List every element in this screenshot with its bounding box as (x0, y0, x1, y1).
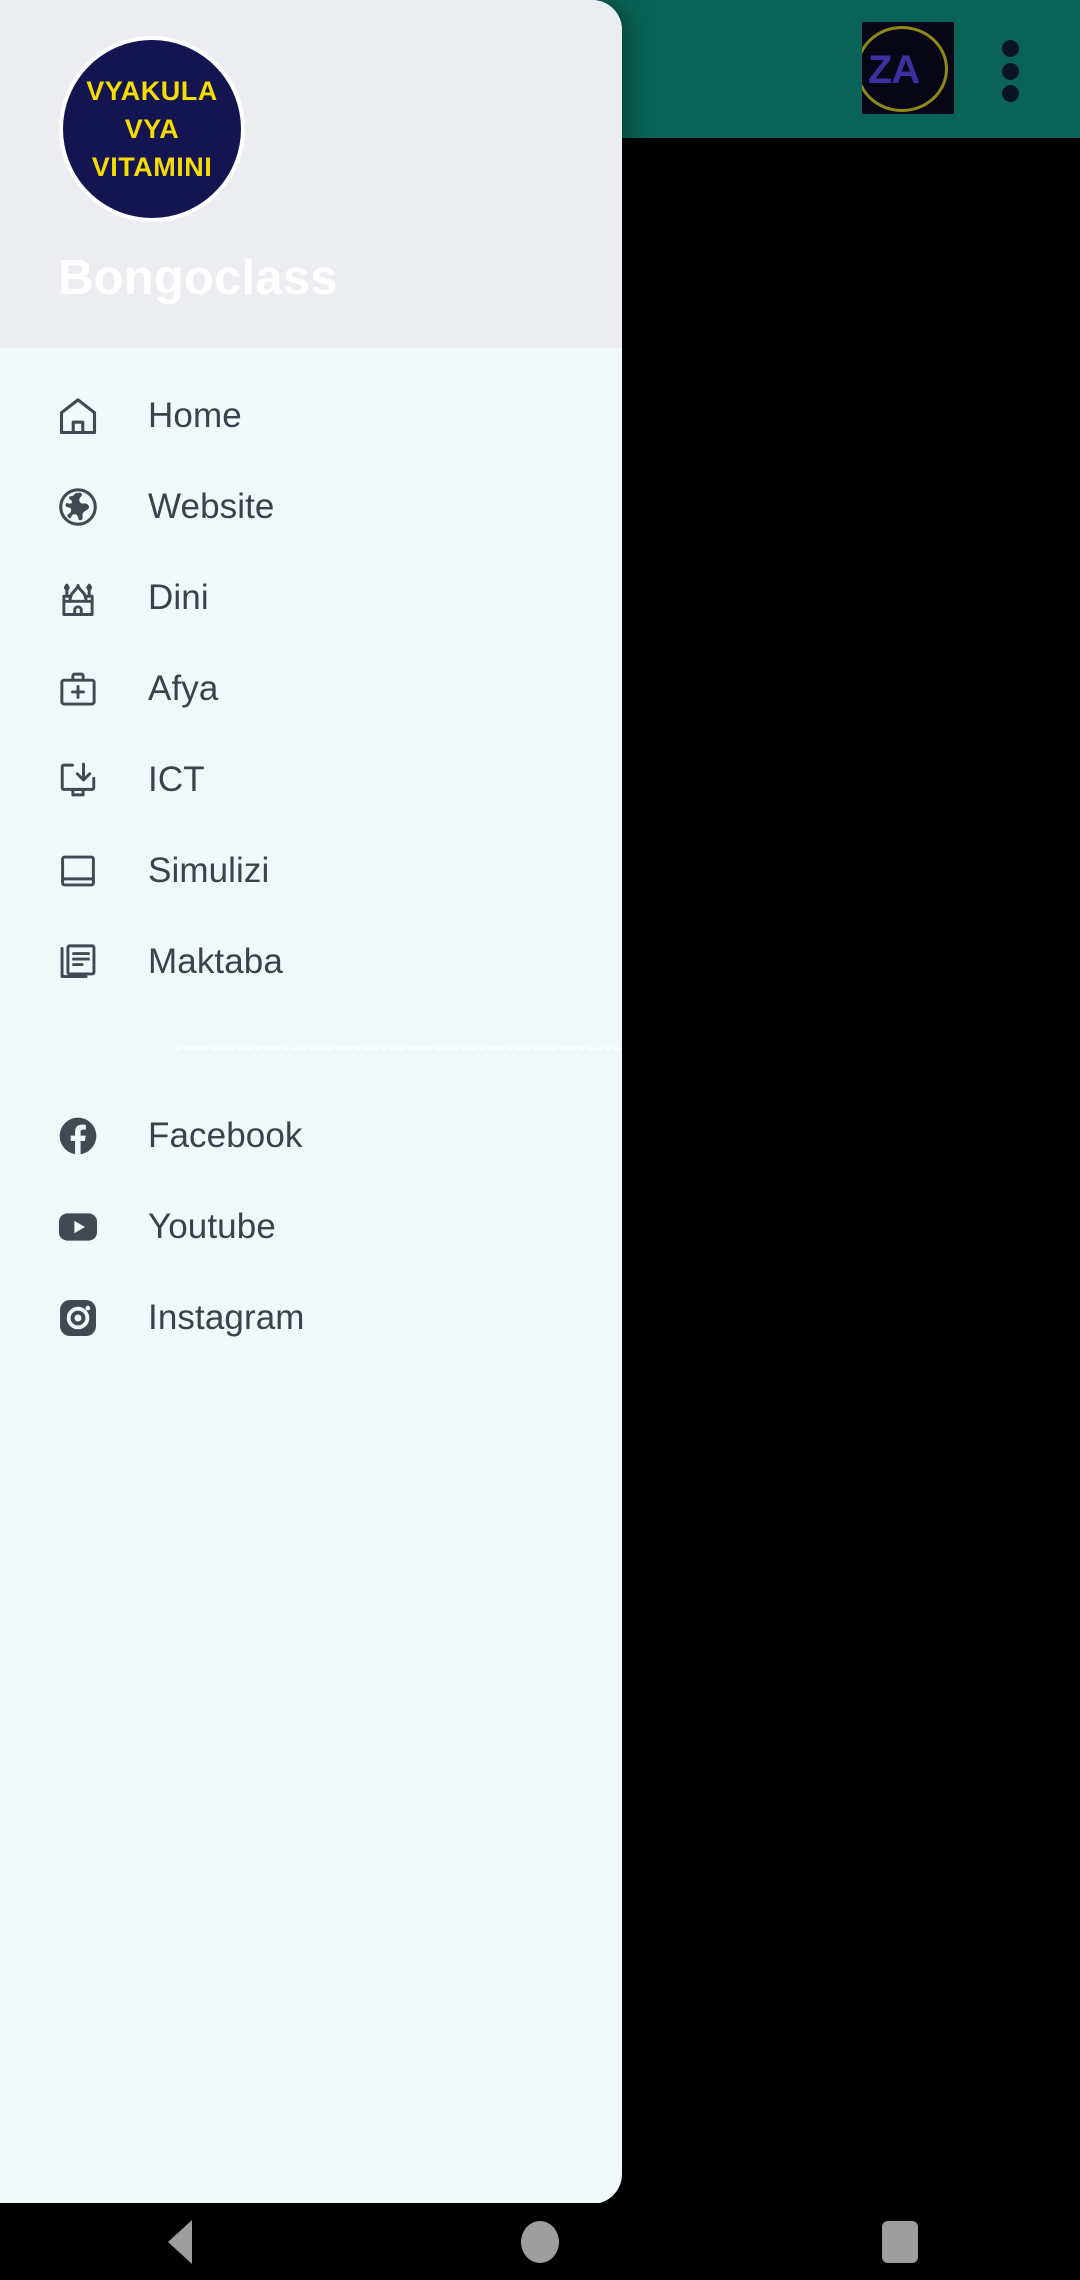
drawer-item-maktaba[interactable]: Maktaba (0, 916, 622, 1007)
book-icon (55, 848, 101, 894)
app-bar-logo-text: ZA (868, 48, 920, 92)
system-recents-button[interactable] (720, 2203, 1080, 2280)
youtube-icon (55, 1204, 101, 1250)
overflow-dot (1001, 85, 1019, 102)
drawer-item-simulizi[interactable]: Simulizi (0, 825, 622, 916)
drawer-title: Bongoclass (58, 251, 338, 305)
drawer-item-website[interactable]: Website (0, 461, 622, 552)
logo-line-3: VITAMINI (91, 152, 213, 183)
drawer-divider (175, 1047, 620, 1050)
phone-screen: ZA VYAKULA VYA VITAMINI Bongoclass Home … (0, 0, 1080, 2280)
recents-square-icon (882, 2220, 918, 2263)
drawer-item-label: Home (148, 395, 242, 435)
overflow-dot (1001, 40, 1019, 57)
globe-icon (55, 484, 101, 530)
system-home-button[interactable] (360, 2203, 720, 2280)
drawer-item-youtube[interactable]: Youtube (0, 1181, 622, 1272)
drawer-item-dini[interactable]: Dini (0, 552, 622, 643)
app-bar-logo: ZA (862, 22, 954, 114)
instagram-icon (55, 1295, 101, 1341)
drawer-item-label: ICT (148, 759, 205, 799)
system-back-button[interactable] (0, 2203, 360, 2280)
library-articles-icon (55, 939, 101, 985)
system-navigation-bar (0, 2203, 1080, 2280)
drawer-menu-list: Home Website Dini Afya ICT Simulizi Makt… (0, 348, 622, 1363)
navigation-drawer: VYAKULA VYA VITAMINI Bongoclass Home Web… (0, 0, 622, 2204)
medical-briefcase-icon (55, 666, 101, 712)
home-icon (55, 393, 101, 439)
facebook-icon (55, 1113, 101, 1159)
drawer-item-label: Afya (148, 668, 219, 708)
drawer-item-label: Simulizi (148, 850, 270, 890)
drawer-item-label: Maktaba (148, 941, 283, 981)
drawer-item-home[interactable]: Home (0, 370, 622, 461)
logo-line-2: VYA (124, 113, 180, 144)
logo-line-1: VYAKULA (86, 75, 218, 106)
mosque-icon (55, 575, 101, 621)
drawer-item-label: Youtube (148, 1206, 276, 1246)
drawer-item-label: Facebook (148, 1115, 303, 1155)
drawer-item-facebook[interactable]: Facebook (0, 1090, 622, 1181)
drawer-item-label: Website (148, 486, 275, 526)
drawer-item-label: Instagram (148, 1297, 305, 1337)
overflow-menu-icon[interactable] (1000, 40, 1020, 102)
drawer-item-afya[interactable]: Afya (0, 643, 622, 734)
drawer-item-instagram[interactable]: Instagram (0, 1272, 622, 1363)
drawer-header: VYAKULA VYA VITAMINI Bongoclass (0, 0, 622, 348)
drawer-item-label: Dini (148, 577, 209, 617)
back-triangle-icon (168, 2219, 192, 2264)
drawer-item-ict[interactable]: ICT (0, 734, 622, 825)
overflow-dot (1001, 62, 1019, 80)
home-circle-icon (521, 2220, 559, 2263)
drawer-logo-badge: VYAKULA VYA VITAMINI (59, 36, 245, 222)
monitor-download-icon (55, 757, 101, 803)
